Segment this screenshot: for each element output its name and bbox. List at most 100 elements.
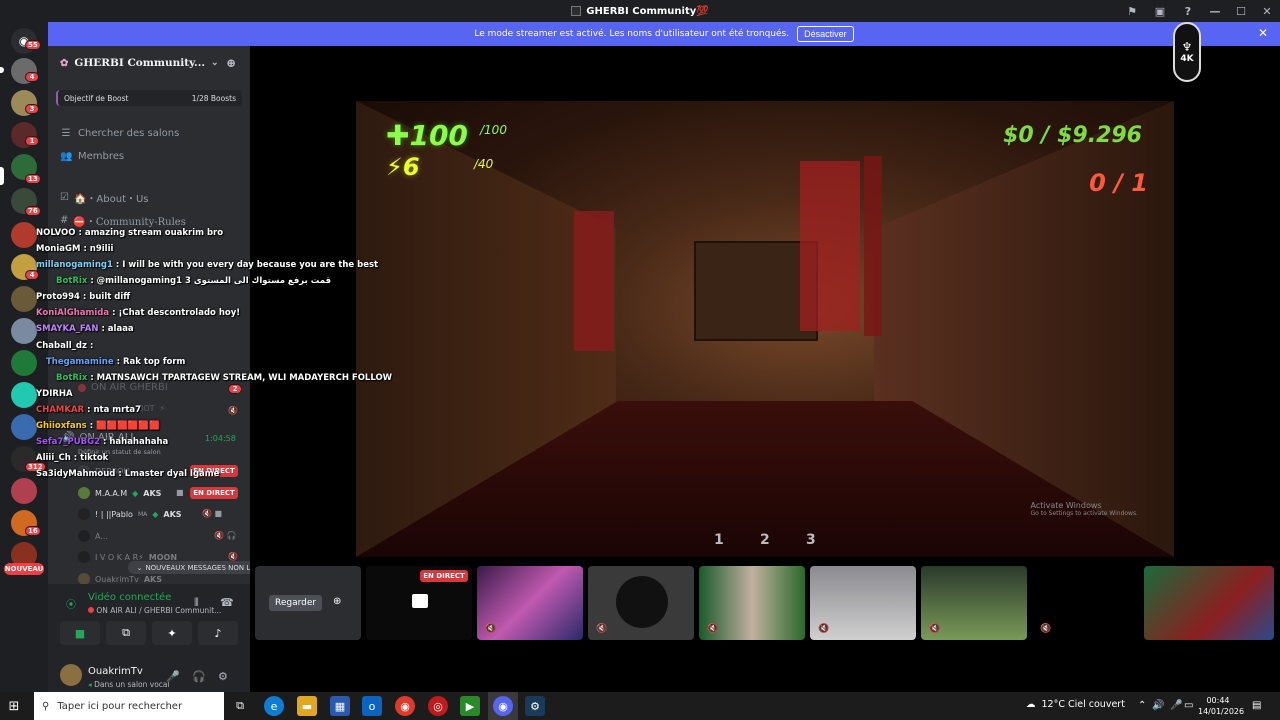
- voice-activity-icon: ◂: [88, 680, 92, 689]
- nitro-icon: ◆: [152, 509, 159, 519]
- minimize-button[interactable]: —: [1202, 0, 1228, 22]
- discord-taskbar-icon[interactable]: ◉: [493, 696, 513, 716]
- task-view-icon[interactable]: ⧉: [230, 696, 250, 716]
- boost-goal-bar[interactable]: Objectif de Boost 1/28 Boosts: [56, 90, 242, 106]
- noise-suppression-icon[interactable]: ⦀: [194, 596, 199, 610]
- notification-badge: 4: [25, 72, 39, 82]
- file-explorer-icon[interactable]: ▬: [297, 696, 317, 716]
- volume-icon[interactable]: 🔊: [1152, 700, 1164, 711]
- camera-tile[interactable]: [1144, 566, 1274, 640]
- taskbar-clock[interactable]: 00:44 14/01/2026: [1198, 695, 1244, 717]
- search-icon: ⚲: [42, 700, 50, 712]
- banner-close-icon[interactable]: ✕: [1258, 26, 1268, 40]
- chat-text: : hahahahaha: [103, 437, 169, 447]
- server-badge-icon: ✿: [60, 57, 69, 69]
- signal-strength-icon[interactable]: ⦿: [66, 596, 76, 611]
- chat-message: Chaball_dz:: [36, 341, 93, 351]
- popout-icon[interactable]: ⊕: [333, 596, 341, 607]
- muted-icon: 🔇 ■: [202, 509, 223, 518]
- network-icon[interactable]: ▭: [1184, 700, 1193, 711]
- notification-badge: 13: [25, 174, 41, 184]
- voice-channel-path[interactable]: ON AIR ALI / GHERBI Communit...: [88, 606, 221, 615]
- watch-button[interactable]: Regarder: [269, 595, 323, 611]
- microphone-tray-icon[interactable]: 🎤: [1170, 700, 1182, 711]
- taskbar-search-box[interactable]: ⚲ Taper ici pour rechercher: [34, 692, 224, 720]
- chat-message: Sefa7_PUBG2: hahahahaha: [36, 437, 168, 447]
- chat-text: : tiktok: [73, 453, 109, 463]
- stream-video[interactable]: ✚100 /100 ⚡6 /40 $0 / $9.296 0 / 1 Activ…: [356, 101, 1174, 557]
- outlook-icon[interactable]: o: [362, 696, 382, 716]
- user-avatar[interactable]: [60, 664, 82, 686]
- camera-tile[interactable]: 🔇: [477, 566, 583, 640]
- voice-participant[interactable]: A...: [78, 529, 108, 543]
- camera-tile[interactable]: 🔇: [1032, 566, 1138, 640]
- voice-participant[interactable]: ! | ||Pablo MA ◆ AKS: [78, 507, 182, 521]
- chat-text: : alaaa: [101, 324, 134, 334]
- edge-icon[interactable]: e: [264, 696, 284, 716]
- channel-about-us[interactable]: ☑ 🏠・About・Us: [60, 190, 149, 205]
- avatar: [78, 508, 90, 520]
- new-servers-pill[interactable]: NOUVEAU: [4, 563, 44, 575]
- streaming-app-icon[interactable]: ▶: [460, 696, 480, 716]
- browse-channels-label: Chercher des salons: [78, 128, 180, 139]
- camera-tile[interactable]: 🔇: [921, 566, 1027, 640]
- camera-tile[interactable]: 🔇: [810, 566, 916, 640]
- chat-username: BotRix: [56, 276, 88, 286]
- weather-widget[interactable]: ☁ 12°C Ciel couvert: [1026, 699, 1125, 710]
- members-item[interactable]: 👥 Membres: [60, 151, 124, 162]
- chevron-down-icon: ⌄: [211, 58, 219, 68]
- clan-tag: AKS: [143, 488, 162, 498]
- activities-button[interactable]: ✦: [152, 621, 192, 645]
- camera-tile[interactable]: 🔇: [699, 566, 805, 640]
- chat-message: Aliii_Ch: tiktok: [36, 453, 108, 463]
- streamer-mode-icon[interactable]: ▣: [1146, 0, 1174, 22]
- help-icon[interactable]: ?: [1174, 0, 1202, 22]
- muted-icon: 🔇: [228, 552, 238, 561]
- notification-badge: 1: [25, 136, 39, 146]
- chat-message: BotRix: MATNSAWCH TPARTAGEW STREAM, WLI …: [56, 373, 392, 383]
- live-stream-tile[interactable]: EN DIRECT: [366, 566, 472, 640]
- windows-start-icon[interactable]: ⊞: [6, 698, 22, 714]
- settings-gear-icon[interactable]: ⚙: [218, 670, 228, 683]
- server-header[interactable]: ✿ GHERBI Community... ⌄ ⊕: [48, 46, 250, 80]
- disable-streamer-mode-button[interactable]: Désactiver: [797, 26, 854, 42]
- camera-button[interactable]: ■: [60, 621, 100, 645]
- tray-chevron-icon[interactable]: ⌃: [1138, 700, 1146, 711]
- disconnect-icon[interactable]: ☎: [220, 596, 234, 609]
- chat-text: : ¡Chat descontrolado hoy!: [112, 308, 241, 318]
- flag-icon[interactable]: ⚑: [1118, 0, 1146, 22]
- chat-username: Sa3idyMahmoud: [36, 469, 116, 479]
- camera-tile[interactable]: 🔇: [588, 566, 694, 640]
- chat-username: Chaball_dz: [36, 341, 87, 351]
- username: OuakrimTv: [88, 666, 143, 677]
- store-icon[interactable]: ▦: [330, 696, 350, 716]
- maximize-button[interactable]: ☐: [1228, 0, 1254, 22]
- chrome-icon[interactable]: ◉: [395, 696, 415, 716]
- notifications-icon[interactable]: ▤: [1252, 700, 1261, 711]
- rules-channel-icon: ☑: [60, 192, 69, 203]
- chat-username: MoniaGM: [36, 244, 81, 254]
- chat-message: millanogaming1: I will be with you every…: [36, 260, 378, 270]
- microphone-icon[interactable]: 🎤: [166, 670, 180, 683]
- channel-community-rules[interactable]: # ⛔・Community-Rules: [60, 213, 186, 228]
- muted-icon: 🔇 🎧: [214, 531, 237, 540]
- notification-badge: 55: [25, 40, 41, 50]
- weapon-slots: 1 2 3: [356, 532, 1174, 556]
- browse-channels-item[interactable]: ☰ Chercher des salons: [60, 128, 180, 139]
- screen-share-button[interactable]: ⧉: [106, 621, 146, 645]
- discord-window: GHERBI Community💯 ⚑ ▣ ? — ☐ ✕ Le mode st…: [0, 0, 1280, 720]
- chat-message: KoniAlGhamida: ¡Chat descontrolado hoy!: [36, 308, 240, 318]
- chat-text: : n9ilii: [83, 244, 114, 254]
- voice-participant[interactable]: M.A.A.M ◆ AKS: [78, 486, 161, 500]
- chat-message: BotRix: @millanogaming1 قمت برفع مستواك …: [56, 276, 331, 286]
- camera-icon: ■: [176, 488, 184, 497]
- headphones-icon[interactable]: 🎧: [192, 670, 206, 683]
- close-window-button[interactable]: ✕: [1254, 0, 1280, 22]
- stream-preview-tile[interactable]: Regarder ⊕: [255, 566, 361, 640]
- soundboard-button[interactable]: ♪: [198, 621, 238, 645]
- new-unread-messages-pill[interactable]: ⌄ NOUVEAUX MESSAGES NON LUS: [128, 561, 268, 574]
- recorder-icon[interactable]: ◎: [428, 696, 448, 716]
- steam-icon[interactable]: ⚙: [525, 696, 545, 716]
- voice-channel-path-text: ON AIR ALI / GHERBI Communit...: [96, 606, 222, 615]
- invite-people-icon[interactable]: ⊕: [226, 56, 236, 70]
